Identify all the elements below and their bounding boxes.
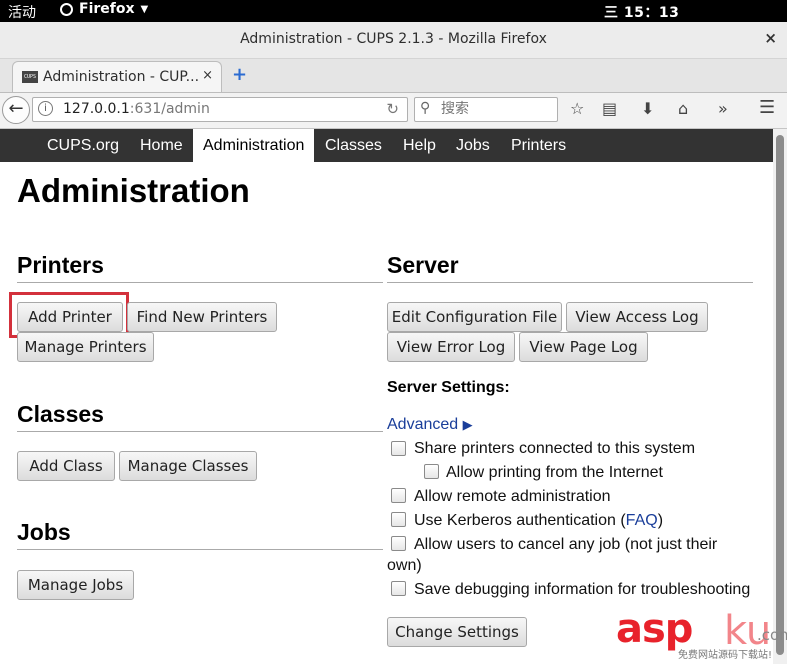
url-text: 127.0.0.1:631/admin <box>63 101 210 117</box>
system-top-bar: 活动 Firefox ▼ 三 15：13 <box>0 0 787 22</box>
window-title-bar: Administration - CUPS 2.1.3 - Mozilla Fi… <box>0 22 787 59</box>
clock[interactable]: 三 15：13 <box>604 2 679 22</box>
nav-classes[interactable]: Classes <box>315 129 392 162</box>
nav-printers[interactable]: Printers <box>501 129 576 162</box>
overflow-icon[interactable]: » <box>718 99 728 118</box>
app-menu-label: Firefox <box>79 1 135 17</box>
nav-cups-org[interactable]: CUPS.org <box>37 129 129 162</box>
info-icon[interactable]: i <box>38 101 53 116</box>
kerberos-label: Use Kerberos authentication (FAQ) <box>414 512 663 530</box>
menu-icon[interactable]: ☰ <box>759 97 775 118</box>
manage-printers-button[interactable]: Manage Printers <box>17 332 154 362</box>
page-title: Administration <box>17 172 250 209</box>
kerberos-text: Use Kerberos authentication ( <box>414 512 626 529</box>
change-settings-button[interactable]: Change Settings <box>387 617 527 647</box>
jobs-heading: Jobs <box>17 519 71 545</box>
window-title: Administration - CUPS 2.1.3 - Mozilla Fi… <box>240 31 547 47</box>
search-box[interactable]: ⚲ <box>414 97 558 122</box>
search-icon: ⚲ <box>420 100 431 116</box>
tab-administration[interactable]: CUPS Administration - CUP... × <box>12 61 222 92</box>
edit-configuration-file-button[interactable]: Edit Configuration File <box>387 302 562 332</box>
home-icon[interactable]: ⌂ <box>678 99 688 118</box>
bookmark-star-icon[interactable]: ☆ <box>570 99 584 118</box>
kerberos-checkbox[interactable] <box>391 512 406 527</box>
find-new-printers-button[interactable]: Find New Printers <box>127 302 277 332</box>
cups-favicon-icon: CUPS <box>22 71 38 83</box>
printers-divider <box>17 282 383 283</box>
remote-admin-checkbox[interactable] <box>391 488 406 503</box>
reading-list-icon[interactable]: ▤ <box>602 99 617 118</box>
printers-heading: Printers <box>17 252 104 278</box>
nav-home[interactable]: Home <box>130 129 193 162</box>
nav-jobs[interactable]: Jobs <box>446 129 500 162</box>
tab-label: Administration - CUP... <box>43 69 200 85</box>
cancel-jobs-checkbox[interactable] <box>391 536 406 551</box>
search-input[interactable] <box>439 100 555 118</box>
jobs-divider <box>17 549 383 550</box>
classes-divider <box>17 431 383 432</box>
app-menu[interactable]: Firefox ▼ <box>60 1 148 17</box>
share-printers-checkbox[interactable] <box>391 441 406 456</box>
server-settings-heading: Server Settings: <box>387 379 510 396</box>
cancel-jobs-label-line1: Allow users to cancel any job (not just … <box>414 536 718 553</box>
navigation-toolbar: ← i 127.0.0.1:631/admin ↻ ⚲ ☆ ▤ ⬇ ⌂ » ☰ <box>0 93 787 129</box>
add-printer-button[interactable]: Add Printer <box>17 302 123 332</box>
manage-classes-button[interactable]: Manage Classes <box>119 451 257 481</box>
expand-triangle-icon: ▶ <box>462 417 473 432</box>
watermark-logo: asp ku .com 免费网站源码下载站! <box>616 606 787 662</box>
nav-help[interactable]: Help <box>393 129 446 162</box>
add-class-button[interactable]: Add Class <box>17 451 115 481</box>
classes-heading: Classes <box>17 401 104 427</box>
scrollbar-thumb[interactable] <box>776 135 784 655</box>
faq-link[interactable]: FAQ <box>626 512 658 529</box>
advanced-link[interactable]: Advanced ▶ <box>387 416 473 434</box>
window-close-button[interactable]: × <box>764 29 777 47</box>
advanced-label: Advanced <box>387 416 459 433</box>
activities-button[interactable]: 活动 <box>8 2 36 22</box>
debug-logging-label: Save debugging information for troublesh… <box>414 581 751 598</box>
manage-jobs-button[interactable]: Manage Jobs <box>17 570 134 600</box>
server-heading: Server <box>387 252 459 278</box>
url-bar[interactable]: i 127.0.0.1:631/admin ↻ <box>32 97 408 122</box>
watermark-tagline: 免费网站源码下载站! <box>678 650 773 661</box>
cups-nav-bar: CUPS.org Home Administration Classes Hel… <box>0 129 773 162</box>
firefox-icon <box>60 2 73 16</box>
view-access-log-button[interactable]: View Access Log <box>566 302 708 332</box>
kerberos-close: ) <box>657 512 664 529</box>
tab-close-icon[interactable]: × <box>202 68 213 83</box>
view-error-log-button[interactable]: View Error Log <box>387 332 515 362</box>
allow-internet-checkbox[interactable] <box>424 464 439 479</box>
watermark-tld: .com <box>757 626 787 644</box>
cancel-jobs-label-line2: own) <box>387 557 422 574</box>
download-icon[interactable]: ⬇ <box>641 99 654 118</box>
url-path: :631/admin <box>129 101 210 117</box>
allow-internet-label: Allow printing from the Internet <box>446 464 663 481</box>
tab-strip: CUPS Administration - CUP... × + <box>0 59 787 93</box>
debug-logging-checkbox[interactable] <box>391 581 406 596</box>
back-icon[interactable]: ← <box>2 96 30 124</box>
url-host: 127.0.0.1 <box>63 101 130 117</box>
chevron-down-icon: ▼ <box>140 3 149 15</box>
view-page-log-button[interactable]: View Page Log <box>519 332 648 362</box>
nav-administration[interactable]: Administration <box>193 129 314 162</box>
reload-icon[interactable]: ↻ <box>386 100 399 118</box>
new-tab-icon[interactable]: + <box>232 64 247 85</box>
remote-admin-label: Allow remote administration <box>414 488 611 505</box>
share-printers-label: Share printers connected to this system <box>414 440 696 457</box>
server-divider <box>387 282 753 283</box>
